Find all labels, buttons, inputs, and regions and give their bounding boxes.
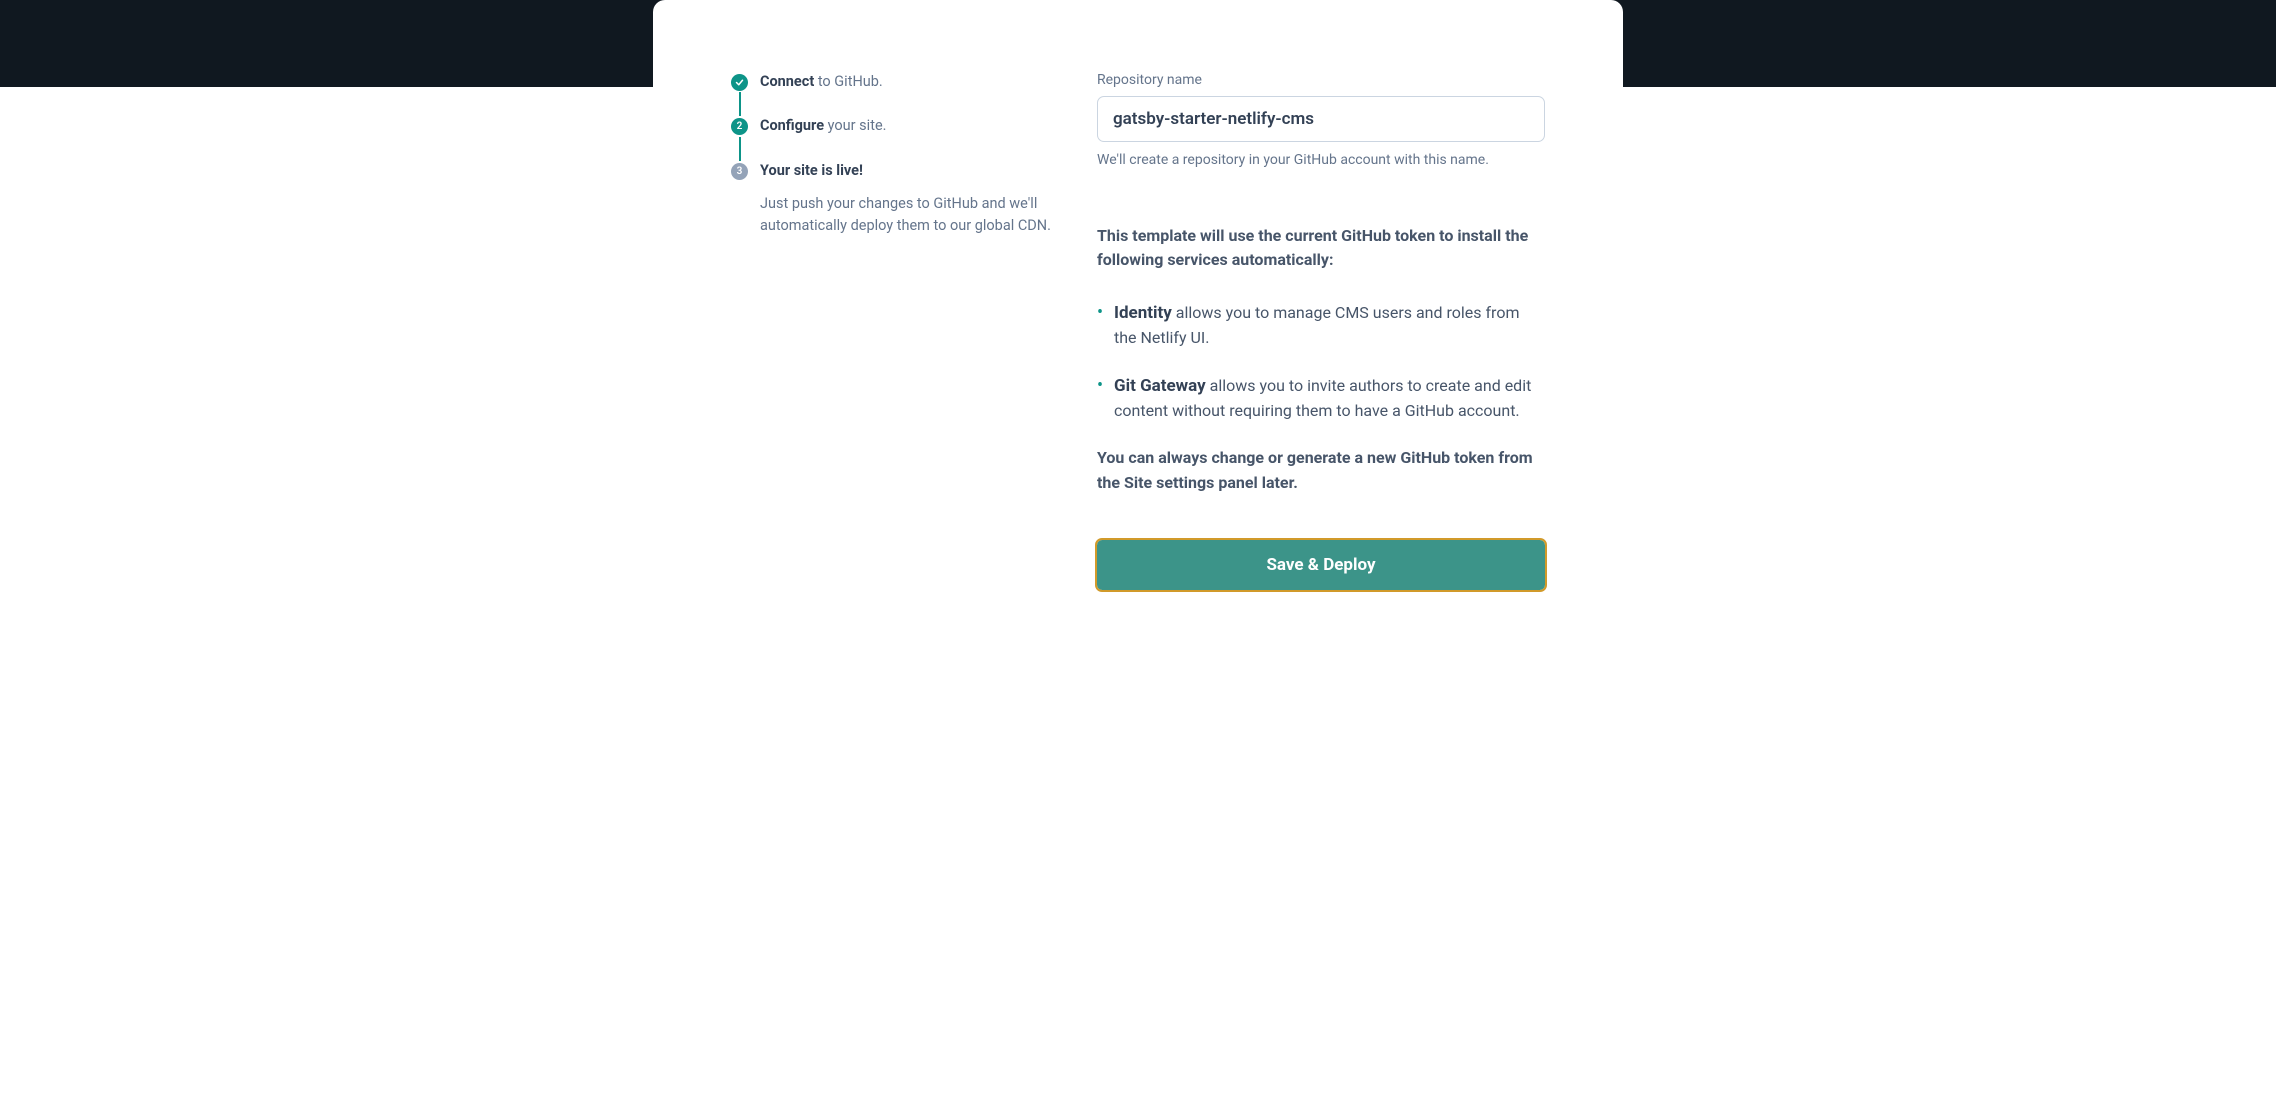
service-item-identity: Identity allows you to manage CMS users … [1097,300,1545,351]
service-desc: allows you to manage CMS users and roles… [1114,303,1519,347]
step-configure-label: Configure your site. [760,116,886,136]
step-number-icon: 2 [731,118,748,135]
service-name: Git Gateway [1114,376,1206,396]
services-intro: This template will use the current GitHu… [1097,224,1545,272]
steps-column: Connect to GitHub. 2 Configure your site… [731,72,1061,590]
step-connect: Connect to GitHub. [731,72,1061,92]
step-helper-text: Just push your changes to GitHub and we'… [760,193,1061,238]
check-icon [731,74,748,91]
step-connect-label: Connect to GitHub. [760,72,883,92]
step-live: 3 Your site is live! [731,161,1061,181]
step-live-label: Your site is live! [760,161,863,181]
service-item-git-gateway: Git Gateway allows you to invite authors… [1097,373,1545,424]
services-list: Identity allows you to manage CMS users … [1097,300,1545,424]
form-column: Repository name We'll create a repositor… [1097,72,1545,590]
repo-name-hint: We'll create a repository in your GitHub… [1097,152,1545,168]
service-name: Identity [1114,303,1172,323]
repo-name-label: Repository name [1097,72,1545,88]
step-connector [739,92,741,116]
save-deploy-button[interactable]: Save & Deploy [1097,540,1545,590]
setup-card: Connect to GitHub. 2 Configure your site… [653,0,1623,650]
repo-name-input[interactable] [1097,96,1545,142]
step-configure: 2 Configure your site. [731,116,1061,136]
token-footer-note: You can always change or generate a new … [1097,446,1545,496]
step-number-icon: 3 [731,163,748,180]
step-connector [739,137,741,161]
